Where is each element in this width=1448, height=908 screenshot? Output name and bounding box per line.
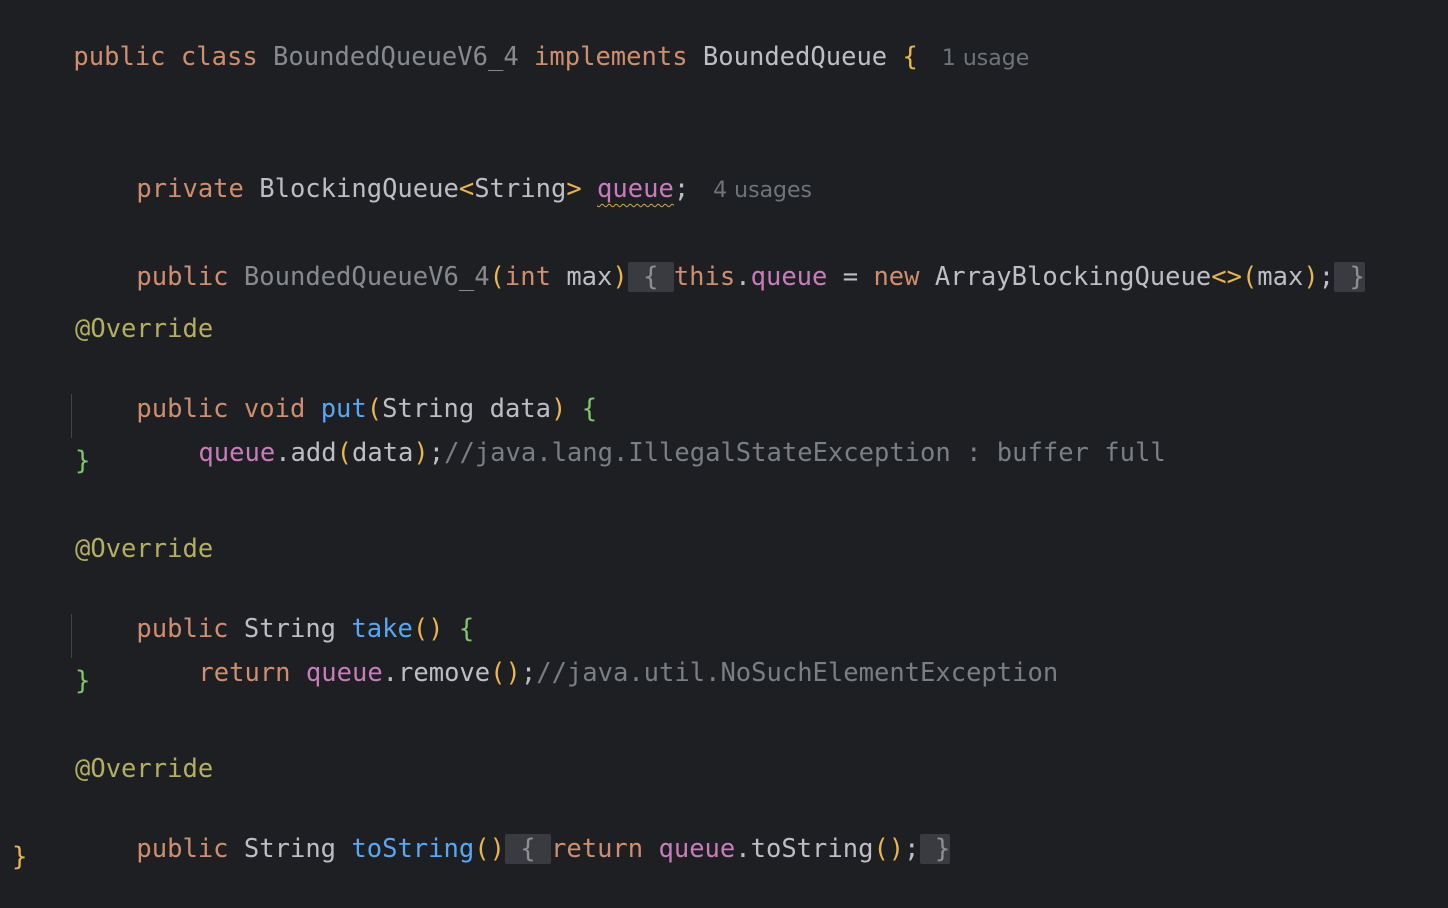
call-tostring[interactable]: .toString	[735, 834, 873, 864]
field-ref-queue[interactable]: queue	[306, 658, 383, 688]
fold-open-region[interactable]: {	[504, 834, 552, 864]
method-close-brace-put: }	[75, 446, 91, 476]
generic-close: >	[566, 174, 582, 204]
class-name[interactable]: BoundedQueueV6_4	[273, 42, 519, 72]
code-editor[interactable]: public class BoundedQueueV6_4 implements…	[0, 0, 1448, 908]
code-line-field[interactable]: private BlockingQueue<String> queue; 4 us…	[75, 135, 812, 204]
keyword-public: public	[136, 262, 229, 292]
param-max[interactable]: max	[566, 262, 612, 292]
indent-guide-put	[71, 394, 72, 438]
method-name-tostring[interactable]: toString	[351, 834, 474, 864]
comment-put: //java.lang.IllegalStateException : buff…	[444, 438, 1166, 468]
fold-close-brace: }	[934, 834, 951, 864]
impl-type[interactable]: ArrayBlockingQueue	[935, 262, 1211, 292]
call-add[interactable]: .add	[275, 438, 336, 468]
class-open-brace: {	[902, 42, 918, 72]
code-line-put-body[interactable]: queue.add(data);//java.lang.IllegalState…	[137, 399, 1165, 468]
fold-open-brace: {	[643, 262, 659, 292]
paren-close: )	[612, 262, 628, 292]
fold-close-brace: }	[1349, 262, 1365, 292]
field-ref-queue[interactable]: queue	[659, 834, 736, 864]
diamond: <>	[1211, 262, 1242, 292]
keyword-public: public	[73, 42, 166, 72]
comment-take: //java.util.NoSuchElementException	[536, 658, 1059, 688]
constructor-name[interactable]: BoundedQueueV6_4	[244, 262, 490, 292]
annotation-override-put[interactable]: @Override	[75, 311, 213, 347]
field-name-queue[interactable]: queue	[597, 174, 674, 204]
generic-open: <	[458, 174, 475, 204]
call-parens: ()	[873, 834, 905, 864]
interface-name[interactable]: BoundedQueue	[703, 42, 887, 72]
semicolon: ;	[1318, 262, 1335, 292]
arg-max[interactable]: max	[1257, 262, 1303, 292]
semicolon: ;	[428, 438, 445, 468]
keyword-class: class	[180, 42, 258, 72]
keyword-public: public	[136, 834, 229, 864]
usage-hint-field[interactable]: 4 usages	[713, 178, 812, 203]
keyword-implements: implements	[534, 42, 688, 72]
usage-hint-class[interactable]: 1 usage	[942, 46, 1029, 71]
fold-close-region[interactable]: }	[919, 834, 951, 864]
keyword-int: int	[504, 262, 551, 292]
code-line-put-signature[interactable]: public void put(String data) {	[75, 355, 597, 424]
field-ref-queue[interactable]: queue	[198, 438, 275, 468]
code-line-constructor[interactable]: public BoundedQueueV6_4(int max) { this.…	[75, 223, 1365, 292]
fold-close-region[interactable]: }	[1334, 262, 1365, 292]
annotation-override-tostring[interactable]: @Override	[75, 751, 213, 787]
method-close-brace-take: }	[75, 666, 91, 696]
fold-open-brace: {	[520, 834, 536, 864]
dot: .	[735, 262, 751, 292]
keyword-this: this	[673, 262, 736, 292]
assign-operator: =	[842, 262, 859, 292]
indent-guide-take	[71, 614, 72, 658]
semicolon: ;	[520, 658, 537, 688]
return-type[interactable]: String	[244, 834, 336, 864]
keyword-new: new	[873, 262, 920, 292]
annotation-override-take[interactable]: @Override	[75, 531, 213, 567]
parens: ()	[474, 834, 505, 864]
arg-paren-close: )	[1303, 262, 1319, 292]
generic-type[interactable]: String	[474, 174, 566, 204]
call-remove[interactable]: .remove	[383, 658, 490, 688]
keyword-return: return	[551, 834, 644, 864]
arg-paren-open: (	[1241, 262, 1258, 292]
field-ref-queue[interactable]: queue	[751, 262, 828, 292]
code-line-take-signature[interactable]: public String take() {	[75, 575, 474, 644]
code-line-class-declaration[interactable]: public class BoundedQueueV6_4 implements…	[12, 3, 1029, 72]
class-close-brace: }	[12, 842, 28, 872]
field-type[interactable]: BlockingQueue	[259, 174, 459, 204]
keyword-return: return	[198, 658, 291, 688]
keyword-private: private	[136, 174, 244, 204]
paren-close: )	[413, 438, 429, 468]
semicolon: ;	[904, 834, 920, 864]
paren-open: (	[336, 438, 352, 468]
fold-open-region[interactable]: {	[627, 262, 674, 292]
semicolon: ;	[673, 174, 690, 204]
code-line-take-body[interactable]: return queue.remove();//java.util.NoSuch…	[137, 619, 1058, 688]
paren-open: (	[489, 262, 505, 292]
parens: ()	[490, 658, 521, 688]
code-line-tostring[interactable]: public String toString() { return queue.…	[75, 795, 951, 864]
arg-data[interactable]: data	[352, 438, 413, 468]
